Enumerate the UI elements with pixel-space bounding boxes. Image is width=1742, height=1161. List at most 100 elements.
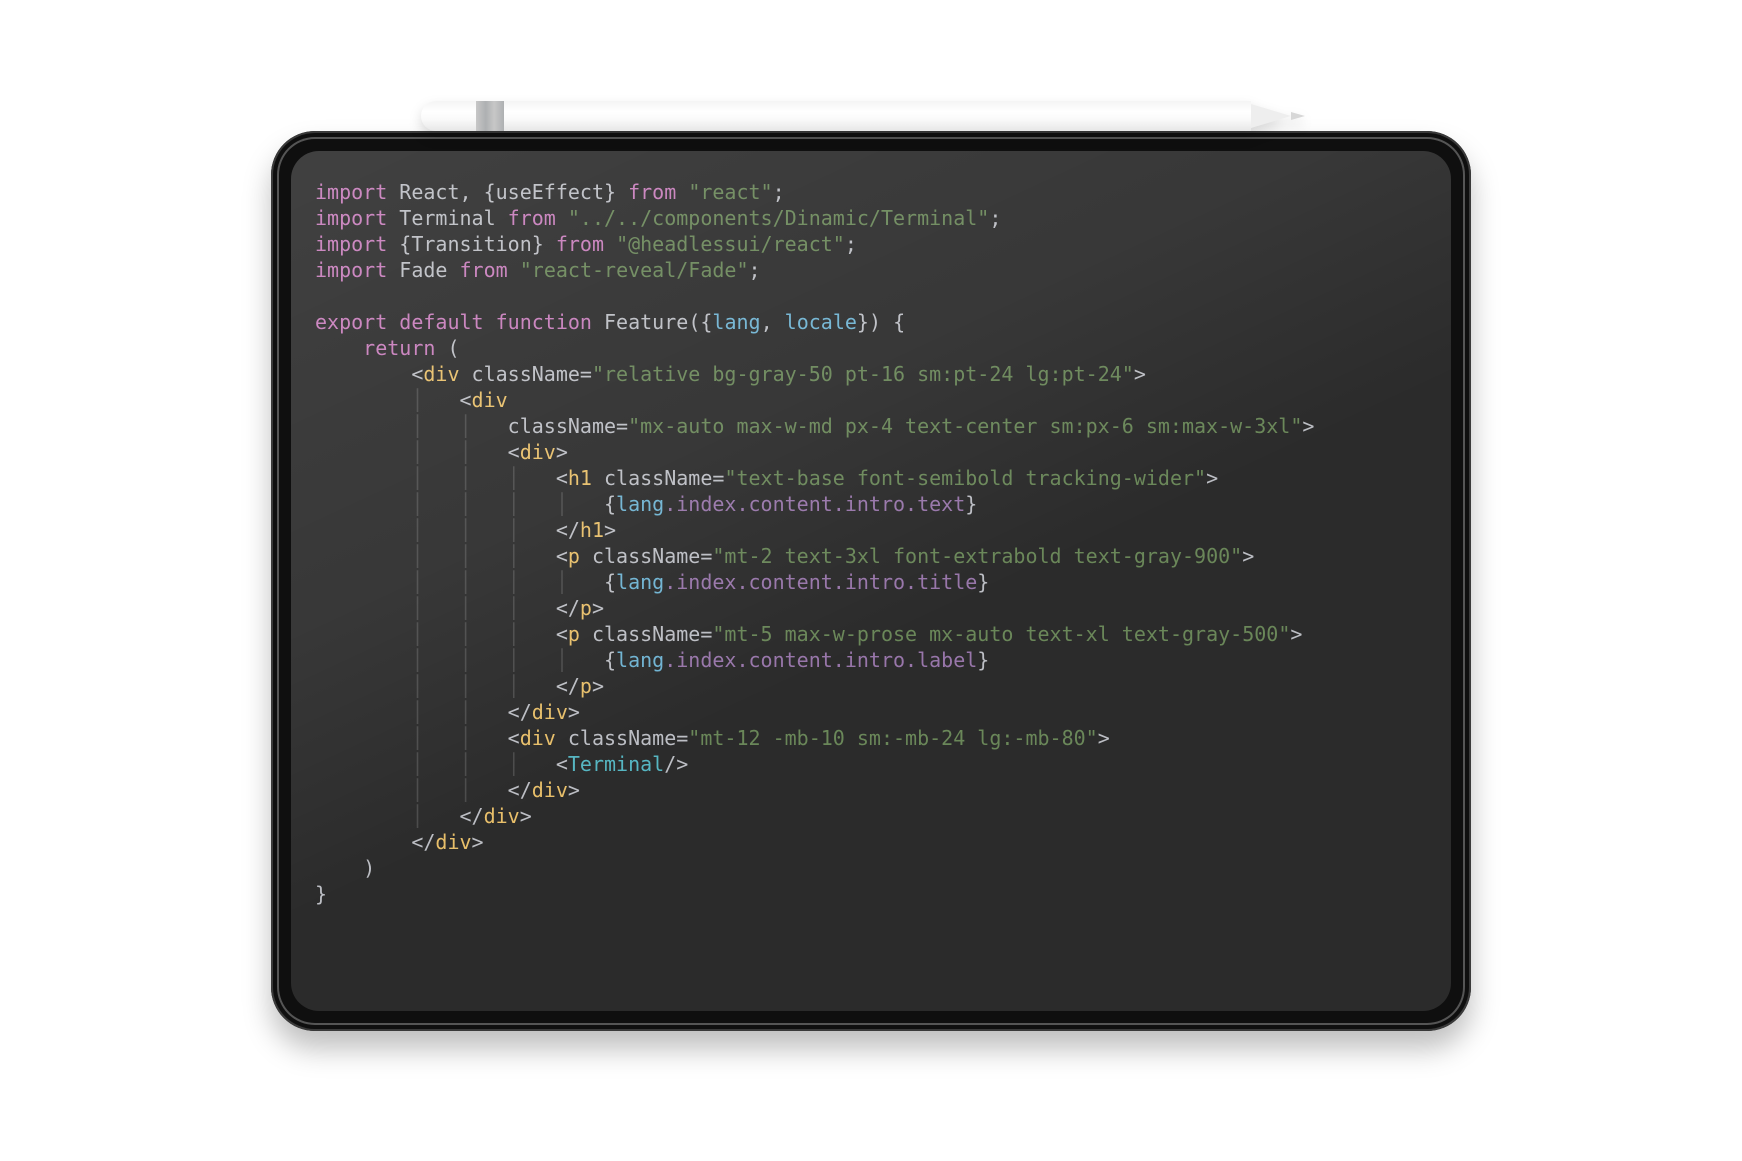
expr-prop: .index	[664, 492, 736, 516]
import-spec: Fade	[399, 258, 447, 282]
expr-prop: .intro	[833, 492, 905, 516]
indent-guide: │ │ │	[411, 674, 556, 698]
expr-prop: .intro	[833, 648, 905, 672]
indent-guide: │ │ │ │	[411, 648, 604, 672]
indent-guide: │ │ │	[411, 752, 556, 776]
jsx-attr-value: "mx-auto max-w-md px-4 text-center sm:px…	[628, 414, 1302, 438]
expr-prop: .label	[905, 648, 977, 672]
jsx-lt: </	[556, 596, 580, 620]
kw-default: default	[399, 310, 483, 334]
expr-prop: .content	[736, 492, 832, 516]
expr-prop: .intro	[833, 570, 905, 594]
jsx-gt: >	[1290, 622, 1302, 646]
jsx-lt: <	[556, 544, 568, 568]
semicolon: ;	[845, 232, 857, 256]
expr-obj: lang	[616, 492, 664, 516]
kw-from: from	[628, 180, 676, 204]
kw-return: return	[363, 336, 435, 360]
indent-guide: │ │ │	[411, 466, 556, 490]
jsx-gt: >	[1302, 414, 1314, 438]
jsx-lt: <	[460, 388, 472, 412]
indent-guide: │ │	[411, 726, 507, 750]
jsx-attr: className	[568, 726, 676, 750]
param: lang	[712, 310, 760, 334]
apple-pencil-icon	[421, 101, 1301, 131]
brace: }	[977, 648, 989, 672]
jsx-lt: </	[411, 830, 435, 854]
jsx-attr-value: "mt-2 text-3xl font-extrabold text-gray-…	[712, 544, 1242, 568]
indent-guide: │ │	[411, 440, 507, 464]
import-spec: React, {useEffect}	[399, 180, 616, 204]
indent-guide: │ │ │	[411, 596, 556, 620]
import-path: "react"	[688, 180, 772, 204]
jsx-attr: className	[592, 622, 700, 646]
jsx-tag: div	[472, 388, 508, 412]
jsx-lt: <	[411, 362, 423, 386]
jsx-attr-value: "relative bg-gray-50 pt-16 sm:pt-24 lg:p…	[592, 362, 1134, 386]
paren: ({	[688, 310, 712, 334]
kw-from: from	[460, 258, 508, 282]
param: locale	[785, 310, 857, 334]
jsx-tag: h1	[568, 466, 592, 490]
jsx-attr-value: "mt-12 -mb-10 sm:-mb-24 lg:-mb-80"	[688, 726, 1097, 750]
semicolon: ;	[989, 206, 1001, 230]
import-path: "../../components/Dinamic/Terminal"	[568, 206, 989, 230]
jsx-attr-value: "mt-5 max-w-prose mx-auto text-xl text-g…	[712, 622, 1290, 646]
kw-from: from	[556, 232, 604, 256]
expr-obj: lang	[616, 570, 664, 594]
import-spec: {Transition}	[399, 232, 544, 256]
jsx-gt: >	[604, 518, 616, 542]
jsx-attr: className	[472, 362, 580, 386]
jsx-tag: p	[580, 596, 592, 620]
jsx-gt: >	[520, 804, 532, 828]
jsx-lt: <	[556, 622, 568, 646]
expr-prop: .text	[905, 492, 965, 516]
jsx-tag: p	[580, 674, 592, 698]
code-editor[interactable]: import React, {useEffect} from "react"; …	[315, 179, 1427, 983]
semicolon: ;	[773, 180, 785, 204]
jsx-tag: p	[568, 544, 580, 568]
kw-from: from	[508, 206, 556, 230]
expr-obj: lang	[616, 648, 664, 672]
jsx-selfclose: />	[664, 752, 688, 776]
indent-guide: │ │ │	[411, 544, 556, 568]
expr-prop: .index	[664, 570, 736, 594]
jsx-gt: >	[592, 674, 604, 698]
brace: {	[893, 310, 905, 334]
indent-guide: │ │ │	[411, 622, 556, 646]
paren: )	[363, 856, 375, 880]
jsx-gt: >	[592, 596, 604, 620]
jsx-gt: >	[472, 830, 484, 854]
jsx-attr-value: "text-base font-semibold tracking-wider"	[724, 466, 1206, 490]
kw-import: import	[315, 232, 387, 256]
jsx-tag: div	[532, 778, 568, 802]
jsx-lt: </	[460, 804, 484, 828]
brace: }	[315, 882, 327, 906]
kw-function: function	[496, 310, 592, 334]
import-spec: Terminal	[399, 206, 495, 230]
jsx-tag: div	[532, 700, 568, 724]
pencil-tip-icon	[1251, 104, 1291, 128]
indent-guide: │ │ │	[411, 518, 556, 542]
indent-guide: │ │	[411, 700, 507, 724]
brace: {	[604, 570, 616, 594]
mockup-stage: import React, {useEffect} from "react"; …	[271, 131, 1471, 1031]
jsx-lt: <	[508, 440, 520, 464]
jsx-gt: >	[1098, 726, 1110, 750]
indent-guide: │ │ │ │	[411, 570, 604, 594]
tablet-frame: import React, {useEffect} from "react"; …	[271, 131, 1471, 1031]
expr-prop: .title	[905, 570, 977, 594]
paren: (	[447, 336, 459, 360]
comma: ,	[761, 310, 773, 334]
brace: }	[965, 492, 977, 516]
jsx-tag: p	[568, 622, 580, 646]
jsx-tag: div	[423, 362, 459, 386]
kw-export: export	[315, 310, 387, 334]
jsx-lt: </	[556, 518, 580, 542]
fn-name: Feature	[604, 310, 688, 334]
jsx-attr: className	[508, 414, 616, 438]
jsx-gt: >	[1242, 544, 1254, 568]
expr-prop: .content	[736, 648, 832, 672]
jsx-tag: h1	[580, 518, 604, 542]
kw-import: import	[315, 180, 387, 204]
